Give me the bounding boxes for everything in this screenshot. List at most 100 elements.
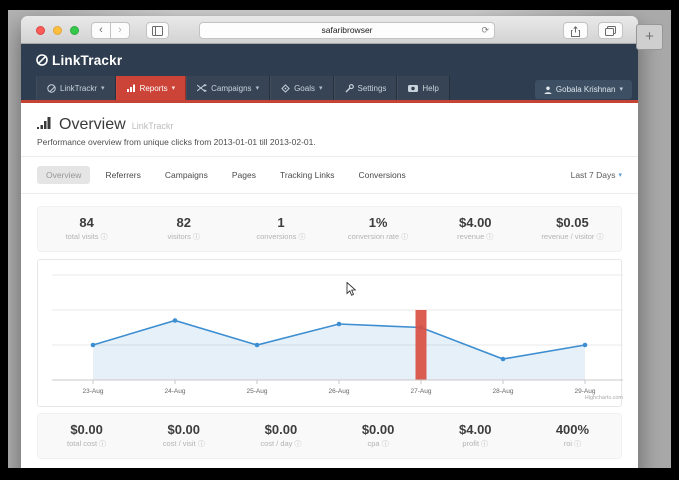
reload-icon[interactable]: ⟳ xyxy=(481,23,489,38)
stat-label: total cost xyxy=(67,439,97,448)
info-icon[interactable]: ⓘ xyxy=(99,441,106,448)
share-icon xyxy=(571,23,580,37)
user-menu[interactable]: Gobala Krishnan ▾ xyxy=(535,80,632,99)
address-bar[interactable]: safaribrowser ⟳ xyxy=(199,22,495,39)
main-nav: LinkTrackr ▾ Reports ▾ Campaigns ▾ xyxy=(21,76,638,103)
info-icon[interactable]: ⓘ xyxy=(486,234,493,241)
stat-cost-day: $0.00 cost / day ⓘ xyxy=(232,422,329,449)
minimize-window-button[interactable] xyxy=(53,26,62,35)
svg-text:Highcharts.com: Highcharts.com xyxy=(585,395,624,401)
stat-value: 400% xyxy=(524,422,621,437)
zoom-window-button[interactable] xyxy=(70,26,79,35)
svg-text:25-Aug: 25-Aug xyxy=(247,388,268,395)
tab-pages[interactable]: Pages xyxy=(223,166,265,184)
stat-roi: 400% roi ⓘ xyxy=(524,422,621,449)
svg-text:27-Aug: 27-Aug xyxy=(411,388,432,395)
stat-label: conversion rate xyxy=(348,232,399,241)
nav-item-reports[interactable]: Reports ▾ xyxy=(116,76,187,100)
nav-item-help[interactable]: Help xyxy=(397,76,449,100)
back-button[interactable]: ‹ xyxy=(91,22,111,39)
stats-panel-bottom: $0.00 total cost ⓘ $0.00 cost / visit ⓘ … xyxy=(37,413,622,459)
browser-toolbar: ‹ › safaribrowser ⟳ xyxy=(21,16,638,44)
brand-logo[interactable]: LinkTrackr xyxy=(35,53,122,68)
caret-down-icon: ▾ xyxy=(101,85,105,92)
tab-overview-button[interactable] xyxy=(598,22,623,39)
nav-label: LinkTrackr xyxy=(60,84,97,93)
stat-label: cost / visit xyxy=(163,439,196,448)
stat-total-cost: $0.00 total cost ⓘ xyxy=(38,422,135,449)
globe-icon xyxy=(47,84,56,93)
desktop-plus-button[interactable]: + xyxy=(636,24,663,50)
stat-value: $4.00 xyxy=(427,422,524,437)
brand-name: LinkTrackr xyxy=(52,53,122,68)
sidebar-button[interactable] xyxy=(146,22,169,39)
user-icon xyxy=(544,86,552,94)
svg-text:24-Aug: 24-Aug xyxy=(165,388,186,395)
info-icon[interactable]: ⓘ xyxy=(101,234,108,241)
stat-label: revenue xyxy=(457,232,484,241)
stat-label: visitors xyxy=(168,232,191,241)
date-range-dropdown[interactable]: Last 7 Days ▾ xyxy=(571,170,622,180)
info-icon[interactable]: ⓘ xyxy=(401,234,408,241)
stat-value: 84 xyxy=(38,215,135,230)
close-window-button[interactable] xyxy=(36,26,45,35)
user-name: Gobala Krishnan xyxy=(556,85,616,94)
site-header: LinkTrackr xyxy=(21,44,638,76)
svg-text:26-Aug: 26-Aug xyxy=(329,388,350,395)
desktop-background: + ‹ › safaribrowser ⟳ xyxy=(8,10,671,468)
info-icon[interactable]: ⓘ xyxy=(481,441,488,448)
tabs-row: Overview Referrers Campaigns Pages Track… xyxy=(21,157,638,194)
stat-label: revenue / visitor xyxy=(541,232,594,241)
visits-chart-panel[interactable]: 23-Aug24-Aug25-Aug26-Aug27-Aug28-Aug29-A… xyxy=(37,259,622,407)
page-title: Overview xyxy=(59,116,126,134)
stat-profit: $4.00 profit ⓘ xyxy=(427,422,524,449)
tab-overview[interactable]: Overview xyxy=(37,166,90,184)
stat-label: profit xyxy=(462,439,479,448)
stat-label: conversions xyxy=(256,232,296,241)
caret-down-icon: ▾ xyxy=(618,172,622,179)
page-subtitle: Performance overview from unique clicks … xyxy=(37,137,622,147)
stat-value: $0.05 xyxy=(524,215,621,230)
caret-down-icon: ▾ xyxy=(619,86,623,93)
svg-text:28-Aug: 28-Aug xyxy=(493,388,514,395)
nav-label: Reports xyxy=(140,84,168,93)
stat-value: $0.00 xyxy=(232,422,329,437)
stat-revenue: $4.00 revenue ⓘ xyxy=(427,215,524,242)
forward-button[interactable]: › xyxy=(110,22,130,39)
info-icon[interactable]: ⓘ xyxy=(193,234,200,241)
tab-conversions[interactable]: Conversions xyxy=(349,166,414,184)
stat-conversion-rate: 1% conversion rate ⓘ xyxy=(330,215,427,242)
page-title-suffix: LinkTrackr xyxy=(132,121,174,131)
tabs-icon xyxy=(605,24,616,37)
sidebar-icon xyxy=(152,24,163,37)
share-button[interactable] xyxy=(563,22,588,39)
goal-diamond-icon xyxy=(281,84,290,93)
stat-value: 82 xyxy=(135,215,232,230)
address-text: safaribrowser xyxy=(321,25,372,35)
info-icon[interactable]: ⓘ xyxy=(596,234,603,241)
safari-window: ‹ › safaribrowser ⟳ xyxy=(21,16,638,468)
tab-campaigns[interactable]: Campaigns xyxy=(156,166,217,184)
nav-item-goals[interactable]: Goals ▾ xyxy=(270,76,333,100)
tab-tracking-links[interactable]: Tracking Links xyxy=(271,166,343,184)
stat-value: 1 xyxy=(232,215,329,230)
info-icon[interactable]: ⓘ xyxy=(298,234,305,241)
nav-item-campaigns[interactable]: Campaigns ▾ xyxy=(186,76,270,100)
date-range-label: Last 7 Days xyxy=(571,170,616,180)
info-icon[interactable]: ⓘ xyxy=(382,441,389,448)
nav-label: Settings xyxy=(358,84,387,93)
stat-label: total visits xyxy=(66,232,99,241)
caret-down-icon: ▾ xyxy=(319,85,323,92)
caret-down-icon: ▾ xyxy=(256,85,260,92)
tab-referrers[interactable]: Referrers xyxy=(96,166,149,184)
mouse-cursor xyxy=(346,282,357,302)
nav-item-settings[interactable]: Settings xyxy=(334,76,398,100)
nav-item-linktrackr[interactable]: LinkTrackr ▾ xyxy=(36,76,116,100)
shuffle-icon xyxy=(197,84,207,92)
overview-chart-icon xyxy=(37,116,53,129)
info-icon[interactable]: ⓘ xyxy=(295,441,302,448)
stat-visitors: 82 visitors ⓘ xyxy=(135,215,232,242)
info-icon[interactable]: ⓘ xyxy=(574,441,581,448)
info-icon[interactable]: ⓘ xyxy=(198,441,205,448)
stat-value: $4.00 xyxy=(427,215,524,230)
